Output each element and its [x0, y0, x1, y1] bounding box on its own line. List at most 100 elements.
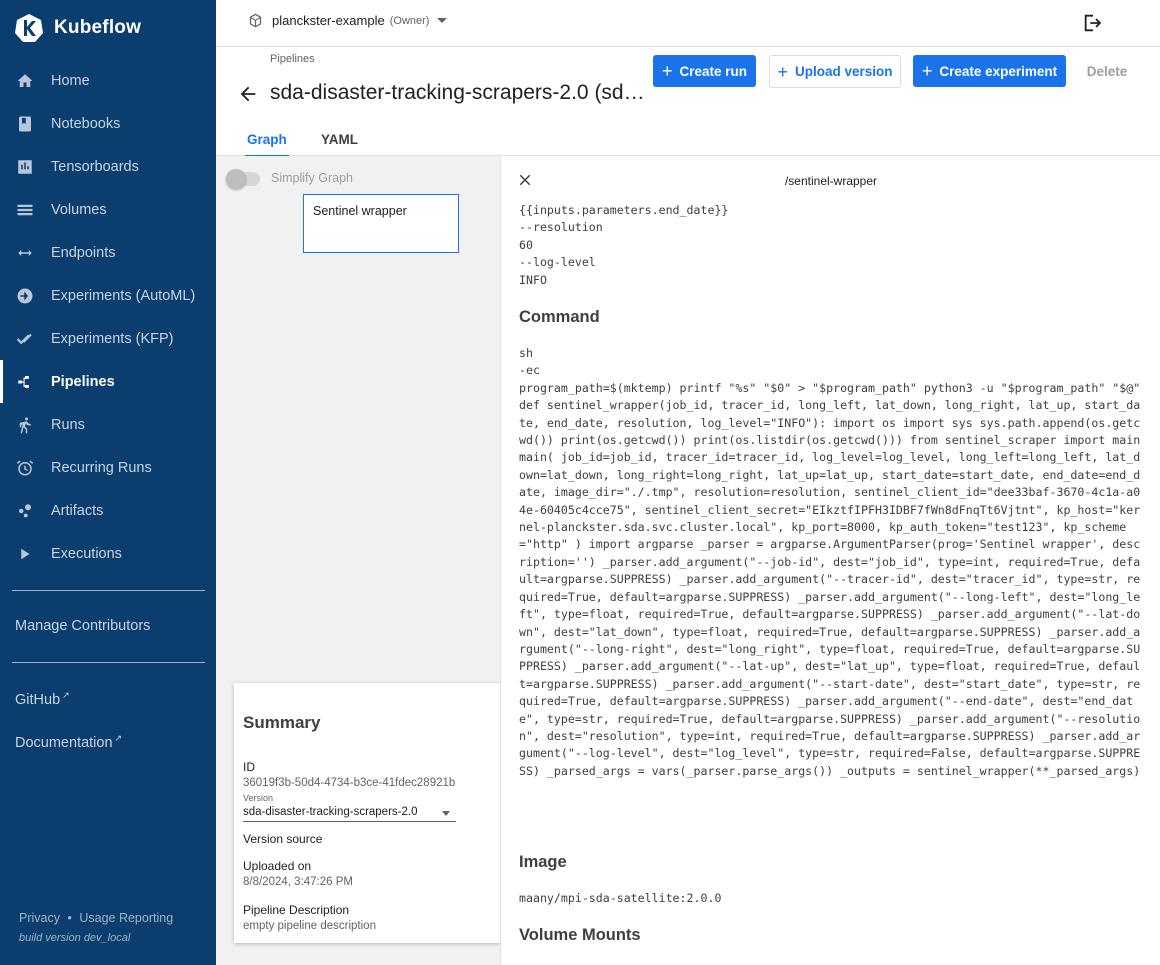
sidebar-item-label: Runs — [51, 416, 85, 433]
version-source-label: Version source — [243, 832, 323, 846]
image-value: maany/mpi-sda-satellite:2.0.0 — [519, 891, 722, 905]
delete-button[interactable]: Delete — [1078, 55, 1136, 87]
tab-yaml[interactable]: YAML — [321, 132, 358, 147]
command-block: sh -ec program_path=$(mktemp) printf "%s… — [519, 345, 1145, 780]
tensorboard-icon — [16, 158, 34, 176]
sidebar-item-volumes[interactable]: Volumes — [0, 188, 216, 231]
chevron-down-icon — [437, 18, 448, 23]
volume-mounts-heading: Volume Mounts — [519, 926, 641, 944]
id-value: 36019f3b-50d4-4734-b3ce-41fdec28921b — [243, 777, 456, 789]
sidebar-nav: Home Notebooks Tensorboards Volumes Endp… — [0, 59, 216, 575]
arrow-back-icon — [240, 86, 256, 102]
documentation-label: Documentation — [15, 734, 113, 751]
plus-icon: + — [921, 61, 933, 81]
version-value: sda-disaster-tracking-scrapers-2.0 — [243, 806, 418, 818]
endpoints-icon — [16, 244, 34, 262]
command-line: program_path=$(mktemp) printf "%s" "$0" … — [519, 380, 1141, 395]
uploaded-value: 8/8/2024, 3:47:26 PM — [243, 876, 353, 888]
runs-icon — [16, 416, 34, 434]
version-select[interactable]: sda-disaster-tracking-scrapers-2.0 — [243, 806, 456, 822]
argument-line: 60 — [519, 237, 533, 252]
usage-reporting-link[interactable]: Usage Reporting — [79, 911, 173, 925]
sidebar-item-runs[interactable]: Runs — [0, 403, 216, 446]
sidebar-item-label: Notebooks — [51, 115, 121, 132]
automl-icon — [16, 287, 34, 305]
kfp-icon — [16, 330, 34, 348]
simplify-graph-toggle[interactable] — [226, 169, 260, 189]
github-label: GitHub — [15, 691, 61, 708]
external-link-icon: ↗ — [114, 733, 123, 743]
documentation-link[interactable]: Documentation ↗ — [15, 733, 122, 751]
sidebar-item-endpoints[interactable]: Endpoints — [0, 231, 216, 274]
summary-card: Summary ID 36019f3b-50d4-4734-b3ce-41fde… — [234, 683, 500, 943]
argument-line: INFO — [519, 272, 547, 287]
sidebar-footer: Privacy • Usage Reporting — [19, 911, 173, 925]
detail-title: /sentinel-wrapper — [784, 174, 878, 188]
notebook-icon — [16, 115, 34, 133]
create-experiment-button[interactable]: + Create experiment — [913, 55, 1066, 87]
argument-line: --resolution — [519, 220, 603, 235]
sidebar-item-executions[interactable]: Executions — [0, 532, 216, 575]
sidebar-item-experiments-kfp[interactable]: Experiments (KFP) — [0, 317, 216, 360]
app-name: Kubeflow — [54, 17, 142, 38]
logout-button[interactable] — [1082, 12, 1104, 34]
sidebar-divider — [12, 662, 205, 663]
create-run-button[interactable]: + Create run — [653, 55, 756, 87]
create-experiment-label: Create experiment — [939, 63, 1058, 79]
argument-line: --log-level — [519, 255, 596, 270]
argument-line: {{inputs.parameters.end_date}} — [519, 203, 729, 217]
sidebar-item-label: Executions — [51, 545, 122, 562]
breadcrumb[interactable]: Pipelines — [270, 53, 315, 65]
logout-icon — [1084, 14, 1102, 32]
summary-title: Summary — [243, 713, 321, 732]
kubeflow-logo[interactable]: Kubeflow — [14, 12, 141, 44]
sidebar-item-recurring-runs[interactable]: Recurring Runs — [0, 446, 216, 489]
github-link[interactable]: GitHub ↗ — [15, 690, 70, 708]
sidebar-divider — [12, 590, 205, 591]
sidebar-item-label: Pipelines — [51, 373, 115, 390]
chevron-down-icon — [442, 811, 450, 816]
sidebar-item-pipelines[interactable]: Pipelines — [0, 360, 216, 403]
upload-version-button[interactable]: + Upload version — [769, 55, 901, 88]
back-button[interactable] — [237, 83, 259, 105]
artifacts-icon — [16, 502, 34, 520]
privacy-link[interactable]: Privacy — [19, 911, 60, 925]
sidebar-item-label: Recurring Runs — [51, 459, 152, 476]
graph-node-sentinel-wrapper[interactable]: Sentinel wrapper — [303, 194, 459, 253]
cube-icon — [249, 13, 262, 28]
footer-separator: • — [67, 911, 72, 925]
sidebar-item-notebooks[interactable]: Notebooks — [0, 102, 216, 145]
sidebar-item-artifacts[interactable]: Artifacts — [0, 489, 216, 532]
build-version: build version dev_local — [19, 932, 131, 944]
id-label: ID — [243, 760, 255, 774]
toggle-knob — [226, 169, 246, 189]
top-bar: planckster-example (Owner) — [216, 0, 1160, 47]
sidebar-item-label: Experiments (KFP) — [51, 330, 174, 347]
namespace-role: (Owner) — [389, 14, 430, 27]
sidebar-item-experiments-automl[interactable]: Experiments (AutoML) — [0, 274, 216, 317]
command-line: -ec — [519, 363, 540, 378]
plus-icon: + — [777, 61, 788, 82]
command-heading: Command — [519, 308, 600, 326]
sidebar-item-label: Artifacts — [51, 502, 104, 519]
delete-label: Delete — [1086, 63, 1128, 79]
page-title: sda-disaster-tracking-scrapers-2.0 (sda-… — [270, 81, 655, 104]
image-heading: Image — [519, 853, 567, 871]
description-value: empty pipeline description — [243, 920, 376, 932]
external-link-icon: ↗ — [62, 690, 70, 700]
executions-icon — [16, 545, 34, 563]
tab-graph[interactable]: Graph — [245, 132, 289, 157]
namespace-selector[interactable]: planckster-example (Owner) — [248, 13, 448, 28]
sidebar-item-home[interactable]: Home — [0, 59, 216, 102]
arguments-block: {{inputs.parameters.end_date}} --resolut… — [519, 202, 1144, 289]
namespace-name: planckster-example — [272, 13, 385, 28]
sidebar-item-label: Volumes — [51, 201, 107, 218]
upload-version-label: Upload version — [794, 64, 893, 79]
sidebar-item-tensorboards[interactable]: Tensorboards — [0, 145, 216, 188]
simplify-graph-label: Simplify Graph — [271, 171, 353, 185]
sidebar: Kubeflow Home Notebooks Tensorboards Vol… — [0, 0, 216, 965]
node-detail-pane: /sentinel-wrapper {{inputs.parameters.en… — [500, 156, 1160, 965]
kubeflow-logo-icon — [15, 14, 43, 42]
manage-contributors-link[interactable]: Manage Contributors — [15, 618, 150, 634]
version-label: Version — [243, 793, 274, 803]
